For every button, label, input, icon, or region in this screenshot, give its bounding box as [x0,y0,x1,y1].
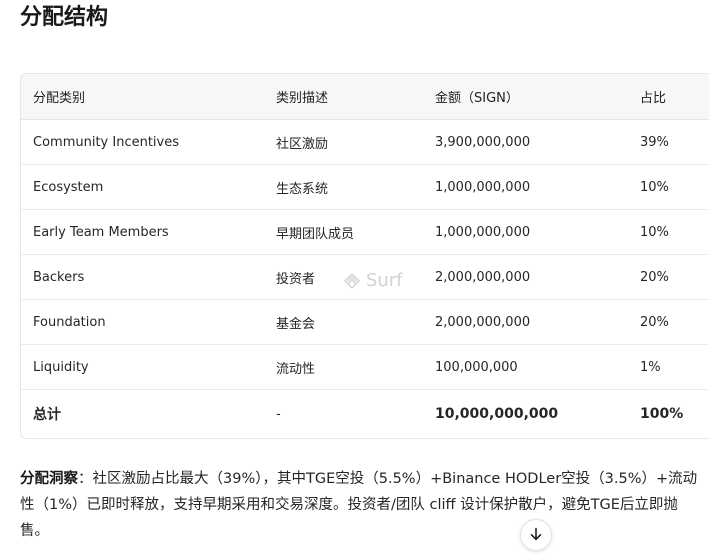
cell-share: 20% [640,299,709,345]
total-description: - [276,406,281,422]
total-share: 100% [640,406,684,422]
table-total-row: 总计 - 10,000,000,000 100% [21,390,709,439]
cell-category: Liquidity [21,344,276,390]
cell-category: Foundation [21,299,276,345]
table-row: Foundation 基金会 2,000,000,000 20% [21,299,709,345]
cell-category: Ecosystem [21,164,276,210]
cell-share: 39% [640,119,709,165]
insight-label: 分配洞察 [20,471,78,487]
cell-description: 投资者 [276,254,435,300]
cell-share: 10% [640,209,709,255]
table-row: Community Incentives 社区激励 3,900,000,000 … [21,119,709,165]
cell-description: 基金会 [276,299,435,345]
scroll-down-button[interactable] [520,519,552,551]
page-title: 分配结构 [20,5,109,30]
cell-description: 流动性 [276,344,435,390]
table-row: Liquidity 流动性 100,000,000 1% [21,344,709,390]
cell-amount: 2,000,000,000 [435,299,640,345]
column-header-category: 分配类别 [21,74,276,120]
cell-amount: 1,000,000,000 [435,209,640,255]
table-row: Ecosystem 生态系统 1,000,000,000 10% [21,164,709,210]
column-header-description: 类别描述 [276,74,435,120]
cell-share: 10% [640,164,709,210]
column-header-amount: 金额（SIGN） [435,74,640,120]
cell-amount: 1,000,000,000 [435,164,640,210]
table-row: Backers 投资者 2,000,000,000 20% [21,254,709,300]
column-header-share: 占比 [640,74,709,120]
cell-description: 社区激励 [276,119,435,165]
total-amount: 10,000,000,000 [435,406,559,422]
cell-share: 1% [640,344,709,390]
insight-text: ：社区激励占比最大（39%），其中TGE空投（5.5%）+Binance HOD… [20,471,698,539]
table-row: Early Team Members 早期团队成员 1,000,000,000 … [21,209,709,255]
cell-share: 20% [640,254,709,300]
cell-description: 早期团队成员 [276,209,435,255]
cell-category: Backers [21,254,276,300]
cell-description: 生态系统 [276,164,435,210]
cell-amount: 3,900,000,000 [435,119,640,165]
arrow-down-icon [529,526,543,545]
cell-category: Early Team Members [21,209,276,255]
allocation-table: 分配类别 类别描述 金额（SIGN） 占比 Community Incentiv… [20,73,709,439]
table-header-row: 分配类别 类别描述 金额（SIGN） 占比 [21,74,709,120]
cell-category: Community Incentives [21,119,276,165]
cell-amount: 100,000,000 [435,344,640,390]
total-label: 总计 [33,407,61,423]
insight-paragraph: 分配洞察：社区激励占比最大（39%），其中TGE空投（5.5%）+Binance… [20,466,704,544]
cell-amount: 2,000,000,000 [435,254,640,300]
